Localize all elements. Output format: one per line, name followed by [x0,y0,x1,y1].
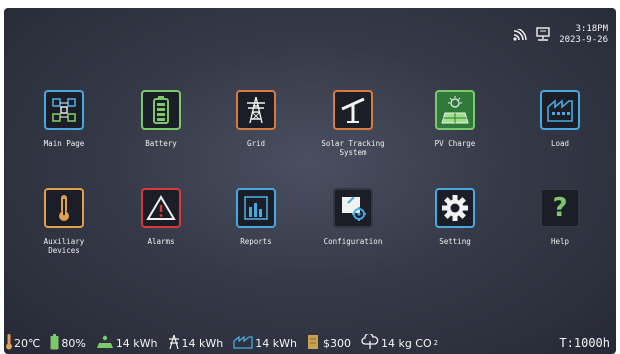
tile-reports[interactable]: Reports [211,188,301,246]
gear-icon [435,188,475,228]
load-energy-value: 14 kWh [255,336,297,350]
grid-energy-value: 14 kWh [181,336,224,350]
hmi-screen: 3:18PM 2023-9-26 Main Page Battery Grid … [4,8,616,354]
tile-auxiliary-devices[interactable]: Auxiliary Devices [19,188,109,255]
co2-readout: 14 kg CO 2 [361,332,439,353]
clock-time: 3:18PM [575,24,608,34]
tile-label: Load [550,139,570,148]
power-tower-icon [236,90,276,130]
tile-label: PV Charge [434,139,476,148]
battery-icon [141,90,181,130]
tile-configuration[interactable]: Configuration [308,188,398,246]
tile-setting[interactable]: Setting [410,188,500,246]
solar-panel-icon [435,90,475,130]
bar-chart-icon [236,188,276,228]
tile-label: Grid [246,139,266,148]
tile-solar-tracking-system[interactable]: Solar Tracking System [308,90,398,157]
solar-tracker-icon [333,90,373,130]
load-energy-readout: 14 kWh [233,335,297,352]
tile-label: Alarms [147,237,175,246]
tile-label: Auxiliary Devices [43,237,85,255]
config-icon [333,188,373,228]
status-bar: 3:18PM 2023-9-26 [513,22,608,48]
wifi-icon [513,26,527,45]
co2-subscript: 2 [433,339,439,347]
tile-label: Reports [240,237,272,246]
tile-label: Setting [439,237,471,246]
money-value: $300 [322,336,351,350]
battery-value: 80% [61,336,86,350]
tile-label: Help [550,237,570,246]
tile-label: Main Page [43,139,85,148]
factory-icon [233,335,253,352]
grid-energy-readout: 14 kWh [168,334,224,353]
pv-energy-value: 14 kWh [115,336,158,350]
clock-date: 2023-9-26 [559,35,608,45]
solar-panel-icon [96,335,114,352]
network-nodes-icon [44,90,84,130]
tile-help[interactable]: ? Help [515,188,605,246]
thermometer-icon [6,333,12,353]
tile-pv-charge[interactable]: PV Charge [410,90,500,148]
temperature-readout: 20℃ [6,333,41,353]
warning-icon [141,188,181,228]
power-tower-icon [168,334,180,353]
pv-energy-readout: 14 kWh [96,335,158,352]
tile-alarms[interactable]: Alarms [116,188,206,246]
tile-main-page[interactable]: Main Page [19,90,109,148]
co2-cloud-icon [361,332,379,353]
battery-icon [50,333,59,353]
tile-grid[interactable]: Grid [211,90,301,148]
co2-value: 14 kg CO [380,336,432,350]
battery-readout: 80% [50,333,86,353]
temperature-value: 20℃ [14,336,41,350]
help-icon: ? [540,188,580,228]
runtime-timer: T:1000h [559,336,610,350]
bottom-status-bar: 20℃ 80% 14 kWh 14 kWh 14 kWh $300 14 kg … [4,332,616,354]
tile-battery[interactable]: Battery [116,90,206,148]
tile-label: Solar Tracking System [321,139,385,157]
clock: 3:18PM 2023-9-26 [559,24,608,46]
tile-label: Configuration [323,237,383,246]
thermometer-icon [44,188,84,228]
tile-label: Battery [145,139,177,148]
money-readout: $300 [307,334,351,353]
network-icon [535,26,551,45]
factory-icon [540,90,580,130]
money-icon [307,334,321,353]
tile-load[interactable]: Load [515,90,605,148]
